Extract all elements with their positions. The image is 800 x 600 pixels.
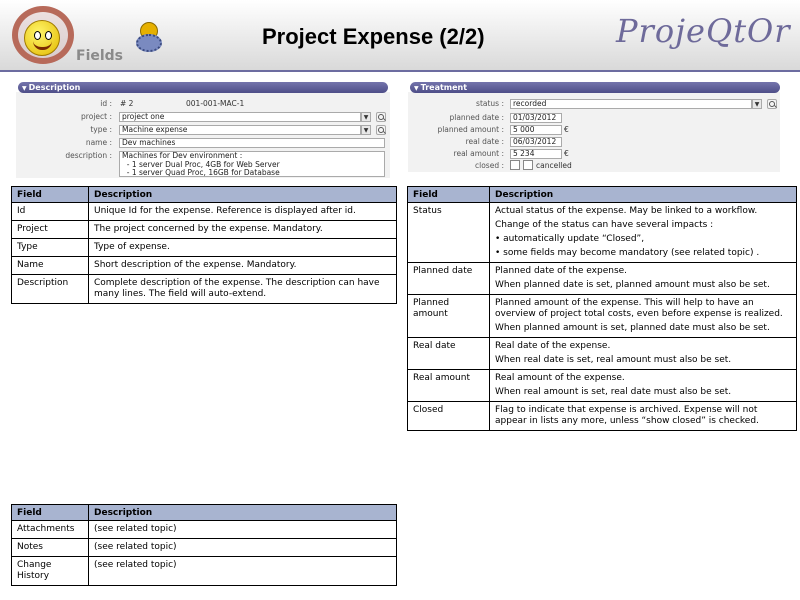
description-cell: Actual status of the expense. May be lin… [489, 202, 797, 263]
real-date-input[interactable]: 06/03/2012 [510, 137, 562, 147]
table-row: Project The project concerned by the exp… [11, 220, 397, 239]
field-cell: Notes [11, 538, 89, 557]
description-cell: Planned amount of the expense. This will… [489, 294, 797, 338]
table-row: Notes (see related topic) [11, 538, 397, 557]
other-fields-table: Field Description Attachments (see relat… [11, 504, 397, 586]
name-input[interactable]: Dev machines [119, 138, 385, 148]
treatment-section-header[interactable]: ▼ Treatment [410, 82, 780, 93]
description-cell: (see related topic) [88, 538, 397, 557]
id-label: id : [100, 99, 112, 108]
real-date-label: real date : [465, 137, 504, 146]
id-value: # 2 [120, 99, 134, 108]
table-row: Change History (see related topic) [11, 556, 397, 586]
description-column-header: Description [489, 186, 797, 203]
description-cell: Flag to indicate that expense is archive… [489, 401, 797, 431]
description-textarea[interactable]: Machines for Dev environment : - 1 serve… [119, 151, 385, 177]
table-row: Description Complete description of the … [11, 274, 397, 304]
status-search-icon[interactable] [767, 99, 777, 109]
project-label: project : [81, 112, 112, 121]
table-row: Status Actual status of the expense. May… [407, 202, 797, 263]
description-cell: Short description of the expense. Mandat… [88, 256, 397, 275]
table-row: Attachments (see related topic) [11, 520, 397, 539]
field-cell: Closed [407, 401, 490, 431]
field-cell: Status [407, 202, 490, 263]
table-row: Id Unique Id for the expense. Reference … [11, 202, 397, 221]
description-cell: The project concerned by the expense. Ma… [88, 220, 397, 239]
field-cell: Description [11, 274, 89, 304]
name-label: name : [85, 138, 112, 147]
brand-logo: ProjeQtOr [616, 12, 791, 50]
field-cell: Attachments [11, 520, 89, 539]
real-amount-input[interactable]: 5 234 [510, 149, 562, 159]
table-row: Real amount Real amount of the expense. … [407, 369, 797, 402]
project-select[interactable]: project one [119, 112, 361, 122]
table-row: Planned amount Planned amount of the exp… [407, 294, 797, 338]
cancelled-checkbox[interactable] [523, 160, 533, 170]
treatment-fields-table: Field Description Status Actual status o… [407, 186, 797, 431]
table-row: Real date Real date of the expense. When… [407, 337, 797, 370]
collapse-arrow-icon[interactable]: ▼ [414, 85, 419, 92]
type-dropdown-icon[interactable]: ▼ [361, 125, 371, 135]
money-gear-icon [136, 22, 164, 52]
description-cell: (see related topic) [88, 556, 397, 586]
description-cell: Unique Id for the expense. Reference is … [88, 202, 397, 221]
field-cell: Real date [407, 337, 490, 370]
planned-amount-currency: € [564, 125, 569, 134]
status-label: status : [476, 99, 504, 108]
description-section-header[interactable]: ▼ Description [18, 82, 388, 93]
description-cell: Planned date of the expense. When planne… [489, 262, 797, 295]
description-column-header: Description [88, 186, 397, 203]
header-divider [0, 70, 800, 72]
field-cell: Real amount [407, 369, 490, 402]
status-select[interactable]: recorded [510, 99, 752, 109]
closed-label: closed : [475, 161, 504, 170]
project-search-icon[interactable] [376, 112, 386, 122]
collapse-arrow-icon[interactable]: ▼ [22, 85, 27, 92]
field-cell: Id [11, 202, 89, 221]
planned-amount-input[interactable]: 5 000 [510, 125, 562, 135]
project-dropdown-icon[interactable]: ▼ [361, 112, 371, 122]
description-cell: Real date of the expense. When real date… [489, 337, 797, 370]
field-cell: Planned amount [407, 294, 490, 338]
field-column-header: Field [11, 186, 89, 203]
description-fields-table: Field Description Id Unique Id for the e… [11, 186, 397, 304]
fields-logo: Fields [2, 4, 132, 66]
real-amount-currency: € [564, 149, 569, 158]
table-row: Closed Flag to indicate that expense is … [407, 401, 797, 431]
planned-date-input[interactable]: 01/03/2012 [510, 113, 562, 123]
field-column-header: Field [407, 186, 490, 203]
description-cell: Type of expense. [88, 238, 397, 257]
logo-caption: Fields [76, 48, 124, 64]
field-column-header: Field [11, 504, 89, 521]
status-dropdown-icon[interactable]: ▼ [752, 99, 762, 109]
table-row: Name Short description of the expense. M… [11, 256, 397, 275]
type-label: type : [90, 125, 112, 134]
description-cell: Complete description of the expense. The… [88, 274, 397, 304]
cancelled-label: cancelled [536, 161, 572, 170]
description-cell: (see related topic) [88, 520, 397, 539]
planned-date-label: planned date : [449, 113, 504, 122]
table-row: Type Type of expense. [11, 238, 397, 257]
table-row: Planned date Planned date of the expense… [407, 262, 797, 295]
id-reference: 001-001-MAC-1 [186, 99, 245, 108]
field-cell: Planned date [407, 262, 490, 295]
closed-checkbox[interactable] [510, 160, 520, 170]
field-cell: Change History [11, 556, 89, 586]
description-column-header: Description [88, 504, 397, 521]
smiley-icon [24, 20, 60, 56]
description-cell: Real amount of the expense. When real am… [489, 369, 797, 402]
page-title: Project Expense (2/2) [262, 24, 485, 49]
field-cell: Type [11, 238, 89, 257]
field-cell: Name [11, 256, 89, 275]
planned-amount-label: planned amount : [437, 125, 504, 134]
type-select[interactable]: Machine expense [119, 125, 361, 135]
description-label: description : [65, 151, 112, 160]
type-search-icon[interactable] [376, 125, 386, 135]
real-amount-label: real amount : [453, 149, 504, 158]
field-cell: Project [11, 220, 89, 239]
